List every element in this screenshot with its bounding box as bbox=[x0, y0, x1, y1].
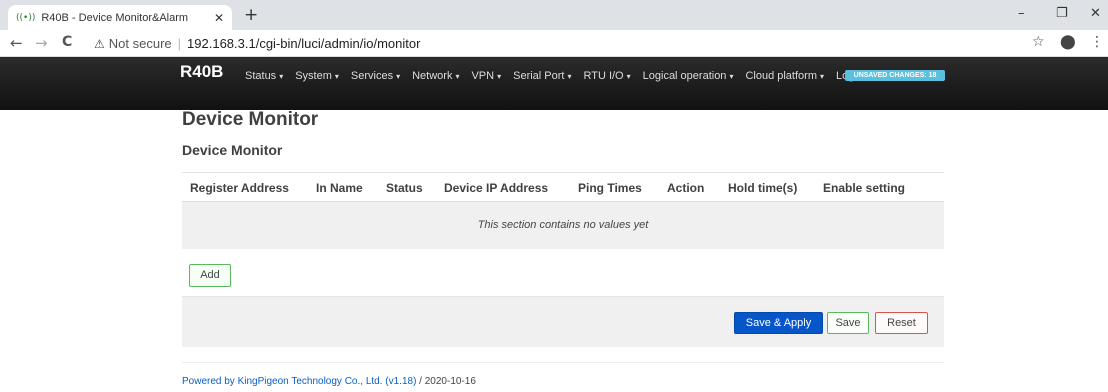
restore-button[interactable]: ❐ bbox=[1056, 6, 1068, 21]
form-actions: Save & Apply Save Reset bbox=[182, 296, 944, 347]
column-header: Register Address bbox=[190, 181, 289, 195]
brand-logo[interactable]: R40B bbox=[180, 62, 223, 82]
app-header: R40B Status ▾ System ▾ Services ▾ Network ▾ … bbox=[0, 57, 1108, 110]
menu-rtu-io[interactable]: RTU I/O ▾ bbox=[583, 70, 630, 82]
caret-icon: ▾ bbox=[455, 72, 460, 81]
browser-menu-icon[interactable]: ⋮ bbox=[1090, 34, 1104, 50]
url-separator: | bbox=[177, 36, 182, 51]
column-header: Hold time(s) bbox=[728, 181, 798, 195]
menu-logical-operation[interactable]: Logical operation ▾ bbox=[643, 70, 734, 82]
page-title: Device Monitor bbox=[182, 109, 319, 130]
table-header: Register Address In Name Status Device I… bbox=[182, 172, 944, 202]
section-title: Device Monitor bbox=[182, 142, 283, 158]
profile-icon[interactable]: ⬤ bbox=[1060, 34, 1076, 50]
caret-icon: ▾ bbox=[396, 72, 401, 81]
menu-cloud-platform[interactable]: Cloud platform ▾ bbox=[745, 70, 824, 82]
caret-icon: ▾ bbox=[820, 72, 825, 81]
warning-icon: ⚠ bbox=[94, 36, 105, 51]
browser-tab[interactable]: ((•)) R40B - Device Monitor&Alarm ✕ bbox=[8, 5, 232, 30]
bookmark-star-icon[interactable]: ☆ bbox=[1032, 34, 1045, 50]
caret-icon: ▾ bbox=[626, 72, 631, 81]
menu-services[interactable]: Services ▾ bbox=[351, 70, 400, 82]
empty-placeholder: This section contains no values yet bbox=[182, 202, 944, 249]
security-status: Not secure bbox=[108, 36, 172, 51]
footer-divider bbox=[182, 362, 944, 363]
column-header: Ping Times bbox=[578, 181, 642, 195]
window-close-button[interactable]: ✕ bbox=[1090, 6, 1101, 21]
menu-serial-port[interactable]: Serial Port ▾ bbox=[513, 70, 571, 82]
footer-link[interactable]: Powered by KingPigeon Technology Co., Lt… bbox=[182, 376, 416, 387]
caret-icon: ▾ bbox=[279, 72, 284, 81]
footer-date: / 2020-10-16 bbox=[416, 376, 476, 387]
browser-toolbar: ← → C ⚠ Not secure | 192.168.3.1/cgi-bin… bbox=[0, 30, 1108, 57]
column-header: Device IP Address bbox=[444, 181, 549, 195]
device-monitor-table: Register Address In Name Status Device I… bbox=[182, 172, 944, 249]
browser-tabstrip: ((•)) R40B - Device Monitor&Alarm ✕ + – … bbox=[0, 0, 1108, 30]
back-button[interactable]: ← bbox=[10, 34, 23, 52]
column-header: Enable setting bbox=[823, 181, 906, 195]
column-header: In Name bbox=[316, 181, 363, 195]
caret-icon: ▾ bbox=[334, 72, 339, 81]
footer: Powered by KingPigeon Technology Co., Lt… bbox=[182, 376, 476, 387]
add-button[interactable]: Add bbox=[189, 264, 231, 287]
caret-icon: ▾ bbox=[497, 72, 502, 81]
caret-icon: ▾ bbox=[567, 72, 572, 81]
url-text[interactable]: 192.168.3.1/cgi-bin/luci/admin/io/monito… bbox=[187, 36, 420, 51]
tab-close-icon[interactable]: ✕ bbox=[214, 11, 224, 25]
menu-system[interactable]: System ▾ bbox=[295, 70, 339, 82]
menu-vpn[interactable]: VPN ▾ bbox=[471, 70, 501, 82]
tab-title: R40B - Device Monitor&Alarm bbox=[41, 11, 189, 24]
unsaved-changes-badge[interactable]: UNSAVED CHANGES: 18 bbox=[845, 70, 945, 81]
column-header: Action bbox=[667, 181, 705, 195]
menu-status[interactable]: Status ▾ bbox=[245, 70, 283, 82]
column-header: Status bbox=[386, 181, 423, 195]
main-menu: Status ▾ System ▾ Services ▾ Network ▾ VPN ▾ … bbox=[245, 70, 882, 82]
new-tab-button[interactable]: + bbox=[244, 5, 258, 25]
forward-button[interactable]: → bbox=[35, 34, 48, 52]
save-button[interactable]: Save bbox=[827, 312, 869, 334]
caret-icon: ▾ bbox=[729, 72, 734, 81]
reset-button[interactable]: Reset bbox=[875, 312, 928, 334]
address-bar[interactable]: ⚠ Not secure | 192.168.3.1/cgi-bin/luci/… bbox=[94, 33, 420, 54]
save-apply-button[interactable]: Save & Apply bbox=[734, 312, 823, 334]
minimize-button[interactable]: – bbox=[1018, 6, 1025, 21]
menu-network[interactable]: Network ▾ bbox=[412, 70, 459, 82]
reload-button[interactable]: C bbox=[62, 34, 72, 50]
wireless-icon: ((•)) bbox=[16, 12, 36, 23]
